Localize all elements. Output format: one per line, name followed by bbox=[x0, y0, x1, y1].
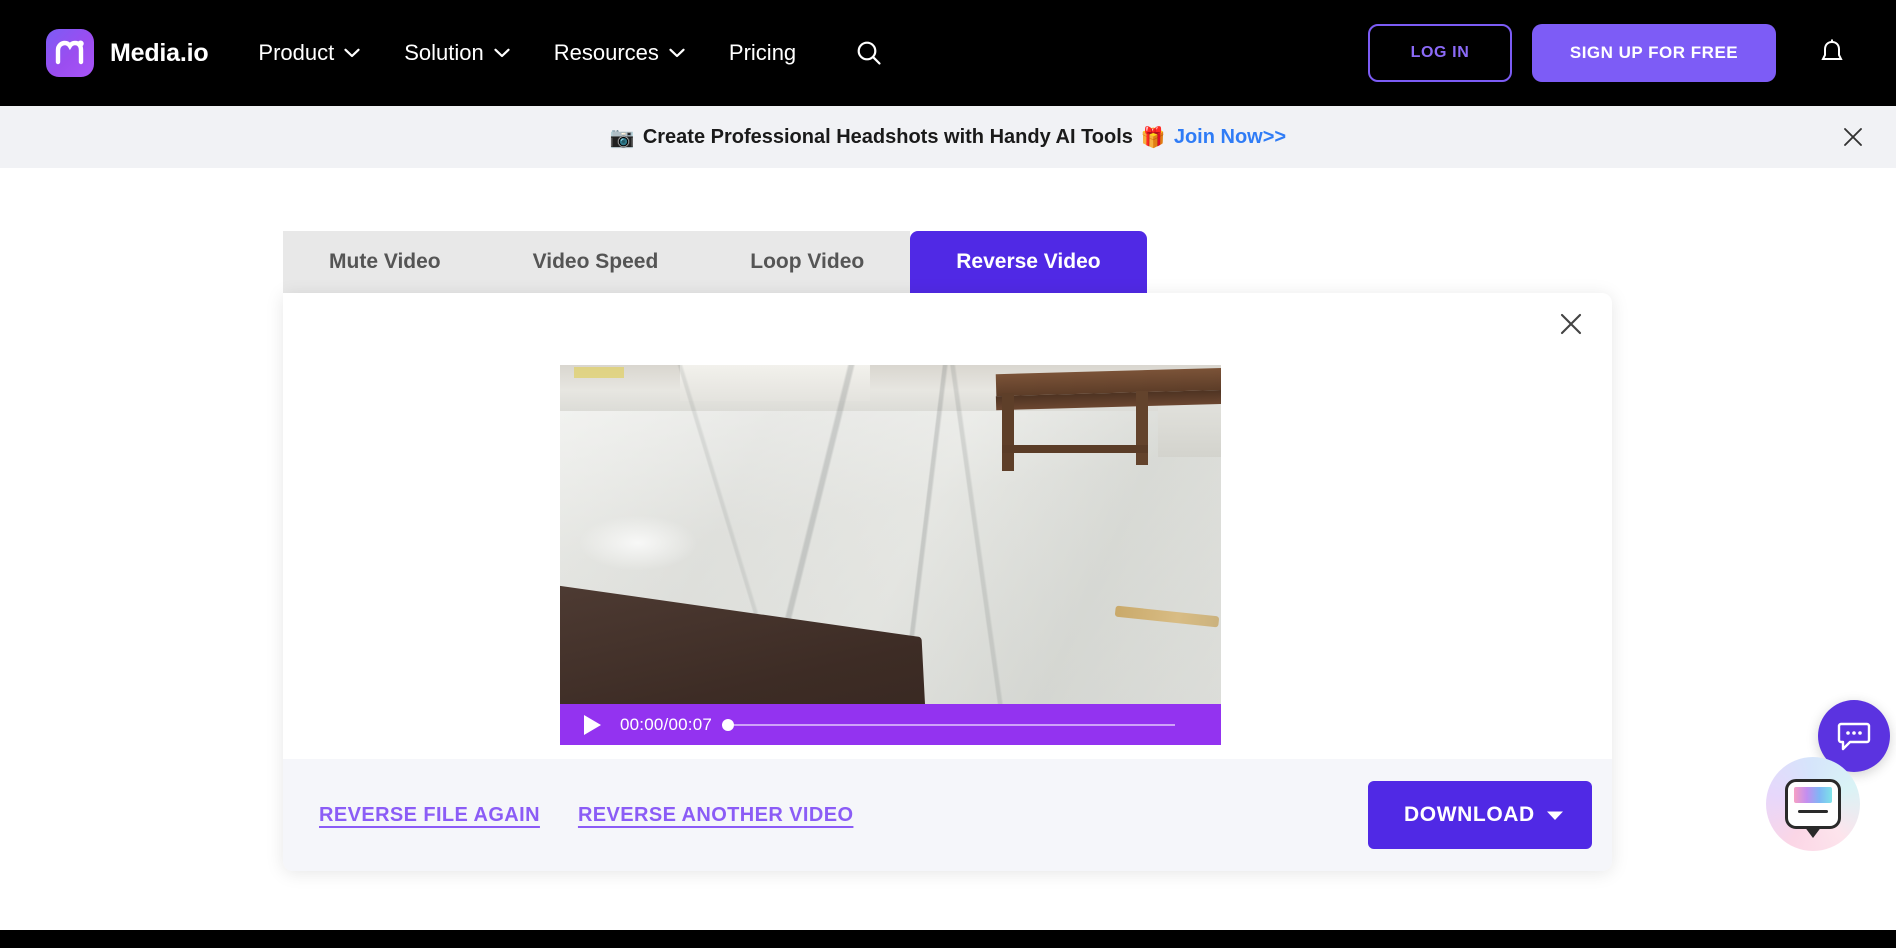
brand-name: Media.io bbox=[110, 38, 209, 67]
navbar-actions: LOG IN SIGN UP FOR FREE bbox=[1368, 0, 1896, 106]
login-button[interactable]: LOG IN bbox=[1368, 24, 1512, 82]
nav-item-resources[interactable]: Resources bbox=[554, 40, 685, 66]
ai-assistant-line bbox=[1798, 810, 1828, 813]
media-io-logo-icon bbox=[46, 29, 94, 77]
download-button[interactable]: DOWNLOAD bbox=[1368, 781, 1592, 849]
nav-item-pricing[interactable]: Pricing bbox=[729, 40, 796, 66]
chevron-down-icon bbox=[669, 48, 685, 58]
promo-message: Create Professional Headshots with Handy… bbox=[642, 125, 1133, 148]
video-preview[interactable]: 00:00/00:07 bbox=[560, 365, 1221, 745]
main-stage: Mute Video Video Speed Loop Video Revers… bbox=[0, 168, 1896, 948]
nav-item-solution-label: Solution bbox=[404, 40, 484, 65]
progress-scrubber[interactable] bbox=[722, 717, 1175, 733]
player-controls: 00:00/00:07 bbox=[560, 704, 1221, 745]
ai-assistant-bubble bbox=[1785, 779, 1841, 838]
card-close-icon[interactable] bbox=[1558, 311, 1584, 337]
reverse-file-again-link[interactable]: REVERSE FILE AGAIN bbox=[319, 804, 540, 827]
bell-icon[interactable] bbox=[1818, 38, 1846, 68]
nav-item-solution[interactable]: Solution bbox=[404, 40, 510, 66]
video-player[interactable]: 00:00/00:07 bbox=[560, 365, 1221, 745]
time-display: 00:00/00:07 bbox=[620, 714, 713, 734]
chevron-down-icon[interactable] bbox=[1546, 810, 1564, 821]
result-card: 00:00/00:07 REVERSE FILE AGAIN REVERSE A… bbox=[283, 293, 1612, 871]
card-footer: REVERSE FILE AGAIN REVERSE ANOTHER VIDEO… bbox=[283, 759, 1612, 871]
nav-item-resources-label: Resources bbox=[553, 40, 659, 65]
camera-icon: 📷 bbox=[609, 126, 635, 149]
tab-loop-video[interactable]: Loop Video bbox=[704, 231, 911, 293]
promo-text: 📷 Create Professional Headshots with Han… bbox=[610, 125, 1286, 150]
tab-mute-video[interactable]: Mute Video bbox=[283, 231, 487, 293]
video-floor-highlight bbox=[578, 515, 698, 571]
bottom-bar bbox=[0, 930, 1896, 948]
chevron-down-icon bbox=[344, 48, 360, 58]
play-icon[interactable] bbox=[582, 714, 602, 736]
tab-reverse-video[interactable]: Reverse Video bbox=[910, 231, 1147, 293]
progress-knob[interactable] bbox=[722, 718, 735, 731]
top-navbar: Media.io Product Solution Resources Pric… bbox=[0, 0, 1896, 106]
gift-icon: 🎁 bbox=[1140, 126, 1166, 149]
download-button-label: DOWNLOAD bbox=[1404, 803, 1535, 826]
brand-logo[interactable]: Media.io bbox=[46, 29, 209, 77]
nav-item-product[interactable]: Product bbox=[258, 40, 360, 66]
chevron-down-icon bbox=[494, 48, 510, 58]
promo-banner: 📷 Create Professional Headshots with Han… bbox=[0, 106, 1896, 168]
tab-video-speed[interactable]: Video Speed bbox=[486, 231, 705, 293]
nav-links: Product Solution Resources Pricing bbox=[258, 38, 884, 68]
nav-item-product-label: Product bbox=[258, 40, 335, 65]
signup-button[interactable]: SIGN UP FOR FREE bbox=[1532, 24, 1776, 82]
promo-close-icon[interactable] bbox=[1842, 126, 1864, 148]
tool-tabs: Mute Video Video Speed Loop Video Revers… bbox=[283, 231, 1147, 293]
ai-assistant-icon[interactable] bbox=[1766, 757, 1860, 851]
search-icon[interactable] bbox=[854, 38, 884, 68]
progress-track bbox=[734, 723, 1175, 726]
nav-item-pricing-label: Pricing bbox=[728, 40, 797, 65]
ai-assistant-tail bbox=[1804, 826, 1822, 838]
footer-links: REVERSE FILE AGAIN REVERSE ANOTHER VIDEO bbox=[319, 804, 853, 827]
promo-join-now-link[interactable]: Join Now>> bbox=[1174, 126, 1286, 149]
ai-assistant-gradient bbox=[1794, 787, 1832, 803]
reverse-another-video-link[interactable]: REVERSE ANOTHER VIDEO bbox=[578, 804, 853, 827]
